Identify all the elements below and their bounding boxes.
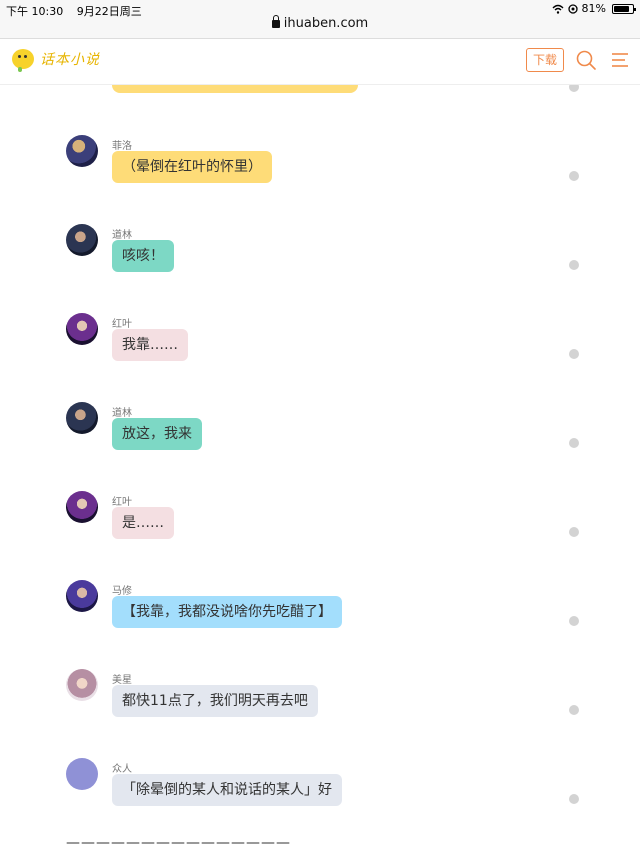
meixing-avatar[interactable] (66, 669, 98, 701)
speaker-name: 菲洛 (112, 141, 132, 152)
status-right: 81% (552, 2, 636, 15)
speaker-name: 众人 (112, 764, 132, 775)
chat-message: 红叶 我靠…… (0, 313, 640, 402)
lock-icon (271, 15, 280, 28)
maxiu-avatar[interactable] (66, 580, 98, 612)
speaker-name: 红叶 (112, 497, 132, 508)
message-bubble: 是…… (112, 507, 174, 539)
message-status-dot (569, 616, 579, 626)
speaker-name: 美星 (112, 675, 132, 686)
chat-list[interactable]: 菲洛 （晕倒在红叶的怀里） 道林 咳咳！ 红叶 我靠…… 道林 放这，我来 红叶… (0, 85, 640, 853)
search-icon[interactable] (576, 50, 596, 70)
message-bubble: 都快11点了，我们明天再去吧 (112, 685, 318, 717)
feiluo-avatar[interactable] (66, 135, 98, 167)
chat-message: 红叶 是…… (0, 491, 640, 580)
message-status-dot (569, 794, 579, 804)
message-status-dot (569, 349, 579, 359)
location-lock-icon (567, 3, 578, 14)
message-bubble: 放这，我来 (112, 418, 202, 450)
chat-message: 道林 咳咳！ (0, 224, 640, 313)
download-button[interactable]: 下载 (526, 48, 564, 72)
menu-icon[interactable] (611, 51, 629, 69)
battery-percent: 81% (581, 2, 606, 15)
hongye-avatar[interactable] (66, 491, 98, 523)
chat-message: 菲洛 （晕倒在红叶的怀里） (0, 135, 640, 224)
url-text: ihuaben.com (283, 16, 369, 31)
battery-icon (612, 3, 636, 14)
site-header: 话本小说 下载 (0, 38, 640, 85)
message-bubble: （晕倒在红叶的怀里） (112, 151, 272, 183)
section-separator: ——————————————— (66, 835, 291, 851)
message-status-dot (569, 260, 579, 270)
logo-text: 话本小说 (40, 52, 100, 68)
logo-mascot-icon (12, 49, 34, 72)
message-status-dot (569, 171, 579, 181)
message-bubble: 「除晕倒的某人和说话的某人」好 (112, 774, 342, 806)
speaker-name: 红叶 (112, 319, 132, 330)
wifi-icon (552, 4, 564, 14)
address-bar[interactable]: ihuaben.com (0, 15, 640, 31)
speaker-name: 马修 (112, 586, 132, 597)
message-bubble: 我靠…… (112, 329, 188, 361)
status-bar: 下午 10:30 9月22日周三 81% ihuaben.com (0, 0, 640, 38)
message-bubble: 咳咳！ (112, 240, 174, 272)
message-bubble: 【我靠，我都没说啥你先吃醋了】 (112, 596, 342, 628)
speaker-name: 道林 (112, 408, 132, 419)
message-status-dot (569, 705, 579, 715)
speaker-name: 道林 (112, 230, 132, 241)
site-logo[interactable]: 话本小说 (12, 49, 100, 72)
chat-message: 美星 都快11点了，我们明天再去吧 (0, 669, 640, 758)
chat-message: 道林 放这，我来 (0, 402, 640, 491)
daolin-avatar[interactable] (66, 224, 98, 256)
zhongren-avatar[interactable] (66, 758, 98, 790)
chat-message: 马修 【我靠，我都没说啥你先吃醋了】 (0, 580, 640, 669)
message-status-dot (569, 85, 579, 92)
hongye-avatar[interactable] (66, 313, 98, 345)
chat-message: 众人 「除晕倒的某人和说话的某人」好 (0, 758, 640, 847)
previous-message-bubble (112, 85, 358, 93)
message-status-dot (569, 438, 579, 448)
message-status-dot (569, 527, 579, 537)
daolin-avatar[interactable] (66, 402, 98, 434)
